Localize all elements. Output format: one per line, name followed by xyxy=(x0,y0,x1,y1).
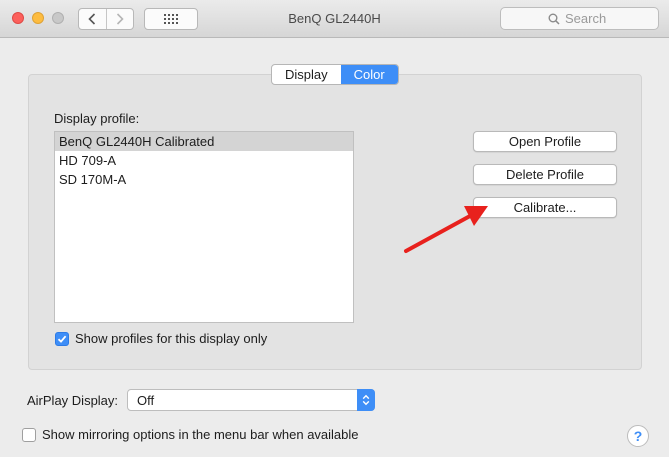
airplay-display-value: Off xyxy=(137,393,155,408)
delete-profile-button[interactable]: Delete Profile xyxy=(473,164,617,185)
list-item[interactable]: BenQ GL2440H Calibrated xyxy=(55,132,353,151)
forward-button[interactable] xyxy=(105,9,134,29)
zoom-window-button[interactable] xyxy=(52,12,64,24)
grid-icon xyxy=(164,14,178,24)
tab-bar: Display Color xyxy=(271,64,399,85)
mirroring-label: Show mirroring options in the menu bar w… xyxy=(42,427,359,442)
chevron-left-icon xyxy=(88,13,96,25)
display-profile-label: Display profile: xyxy=(54,111,140,126)
minimize-window-button[interactable] xyxy=(32,12,44,24)
select-arrows-icon xyxy=(357,389,375,411)
checkmark-icon xyxy=(57,335,67,343)
title-bar: BenQ GL2440H xyxy=(0,0,669,38)
show-profiles-checkbox[interactable] xyxy=(55,331,69,346)
search-input[interactable] xyxy=(565,11,611,26)
open-profile-button[interactable]: Open Profile xyxy=(473,131,617,152)
show-all-button[interactable] xyxy=(144,8,198,30)
list-item[interactable]: SD 170M-A xyxy=(55,170,353,189)
mirroring-checkbox[interactable] xyxy=(22,427,36,442)
profile-list[interactable]: BenQ GL2440H Calibrated HD 709-A SD 170M… xyxy=(54,131,354,323)
annotation-arrow-icon xyxy=(404,206,488,253)
close-window-button[interactable] xyxy=(12,12,24,24)
help-button[interactable]: ? xyxy=(627,425,649,447)
search-icon xyxy=(548,13,560,25)
tab-display[interactable]: Display xyxy=(272,65,341,84)
navigation-buttons xyxy=(78,8,134,30)
list-item[interactable]: HD 709-A xyxy=(55,151,353,170)
mirroring-checkbox-row[interactable]: Show mirroring options in the menu bar w… xyxy=(22,427,359,442)
show-profiles-checkbox-row[interactable]: Show profiles for this display only xyxy=(55,331,267,346)
search-field[interactable] xyxy=(500,7,659,30)
back-button[interactable] xyxy=(79,9,106,29)
show-profiles-label: Show profiles for this display only xyxy=(75,331,268,346)
airplay-display-label: AirPlay Display: xyxy=(27,393,119,408)
chevron-right-icon xyxy=(116,13,124,25)
tab-color[interactable]: Color xyxy=(340,65,398,84)
airplay-display-select[interactable]: Off xyxy=(127,389,375,411)
